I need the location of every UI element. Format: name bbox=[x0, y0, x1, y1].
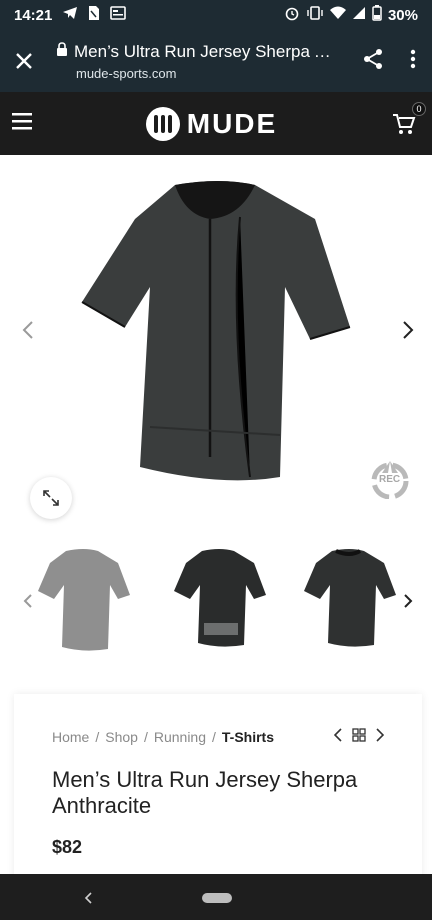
menu-button[interactable] bbox=[12, 112, 34, 135]
more-vert-icon bbox=[410, 49, 416, 68]
status-bar: 14:21 30% bbox=[0, 0, 432, 30]
grid-icon bbox=[352, 728, 366, 742]
thumbnail-3[interactable] bbox=[302, 545, 398, 655]
browser-toolbar: Men’s Ultra Run Jersey Sherpa A… mude-sp… bbox=[0, 30, 432, 92]
wifi-icon bbox=[329, 6, 346, 24]
share-button[interactable] bbox=[362, 48, 384, 75]
vibrate-icon bbox=[306, 6, 324, 24]
close-tab-button[interactable] bbox=[0, 30, 48, 92]
breadcrumb-separator: / bbox=[95, 728, 100, 745]
lock-icon bbox=[56, 42, 68, 61]
gallery-prev-button[interactable] bbox=[16, 318, 40, 342]
close-icon bbox=[16, 53, 32, 69]
product-price: $82 bbox=[52, 837, 83, 857]
back-icon bbox=[84, 892, 92, 904]
mude-logo-icon bbox=[145, 106, 180, 141]
news-icon bbox=[110, 6, 127, 24]
status-time: 14:21 bbox=[14, 6, 53, 24]
alarm-icon bbox=[284, 5, 300, 25]
more-menu-button[interactable] bbox=[410, 49, 416, 74]
logo-text: MUDE bbox=[186, 107, 278, 139]
breadcrumb-separator: / bbox=[212, 728, 216, 745]
site-header: MUDE 0 bbox=[0, 92, 432, 155]
breadcrumb-home[interactable]: Home bbox=[52, 729, 89, 745]
chevron-left-icon bbox=[22, 321, 33, 339]
thumbs-next-button[interactable] bbox=[396, 589, 420, 613]
breadcrumb-separator: / bbox=[143, 728, 148, 745]
product-info-card: Home / Shop / Running / T-Shirts Men’s U… bbox=[14, 694, 422, 884]
thumbnail-strip bbox=[0, 545, 432, 657]
page-info[interactable]: Men’s Ultra Run Jersey Sherpa A… mude-sp… bbox=[48, 42, 362, 81]
chevron-right-icon bbox=[404, 594, 413, 608]
page-url: mude-sports.com bbox=[76, 65, 177, 81]
breadcrumb-running[interactable]: Running bbox=[154, 729, 206, 745]
sim-icon bbox=[88, 5, 100, 25]
breadcrumb-current: T-Shirts bbox=[221, 728, 275, 745]
hamburger-icon bbox=[12, 113, 32, 130]
breadcrumb: Home / Shop / Running / T-Shirts bbox=[52, 728, 385, 745]
system-home-button[interactable] bbox=[202, 893, 232, 903]
expand-icon bbox=[43, 490, 59, 506]
recycled-badge: REC bbox=[366, 459, 414, 500]
signal-icon bbox=[352, 6, 366, 24]
zoom-button[interactable] bbox=[30, 477, 72, 519]
chevron-left-icon bbox=[333, 728, 342, 742]
product-title: Men’s Ultra Run Jersey Sherpa Anthracite bbox=[52, 767, 358, 818]
prev-product-button[interactable] bbox=[333, 728, 342, 745]
next-product-button[interactable] bbox=[376, 728, 385, 745]
thumbnail-1[interactable] bbox=[36, 545, 132, 655]
recycled-label: REC bbox=[379, 474, 401, 485]
chevron-left-icon bbox=[23, 594, 32, 608]
chevron-right-icon bbox=[403, 321, 414, 339]
back-to-shop-button[interactable] bbox=[352, 728, 366, 745]
gallery-next-button[interactable] bbox=[396, 318, 420, 342]
system-back-button[interactable] bbox=[78, 888, 98, 908]
telegram-icon bbox=[62, 6, 78, 24]
thumbnail-2[interactable] bbox=[172, 545, 268, 655]
battery-percent: 30% bbox=[387, 6, 418, 24]
breadcrumb-shop[interactable]: Shop bbox=[105, 729, 138, 745]
site-logo[interactable]: MUDE bbox=[145, 106, 277, 142]
system-nav-bar bbox=[0, 874, 432, 920]
cart-count-badge: 0 bbox=[411, 101, 426, 116]
share-icon bbox=[364, 48, 382, 69]
product-gallery: REC bbox=[0, 155, 432, 525]
battery-icon bbox=[372, 5, 382, 25]
cart-icon bbox=[392, 113, 416, 134]
cart-button[interactable]: 0 bbox=[388, 101, 426, 140]
chevron-right-icon bbox=[376, 728, 385, 742]
page-title: Men’s Ultra Run Jersey Sherpa A… bbox=[74, 41, 332, 61]
product-image bbox=[81, 181, 351, 481]
